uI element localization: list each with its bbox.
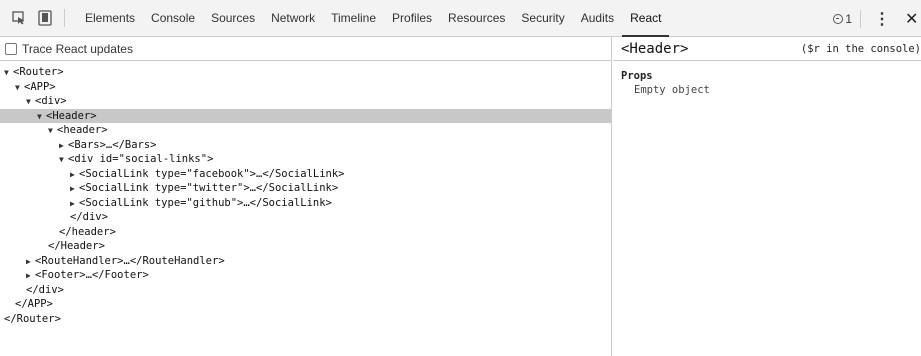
close-icon[interactable]: ✕: [905, 9, 919, 29]
error-count: 1: [845, 11, 852, 26]
tree-node[interactable]: ▶ <RouteHandler>…</RouteHandler>: [0, 254, 611, 269]
tree-node-label: <SocialLink type="facebook">…</SocialLin…: [79, 167, 345, 180]
tree-node[interactable]: </div>: [0, 283, 611, 298]
expand-arrow-icon[interactable]: ▶: [70, 168, 79, 183]
tab-react[interactable]: React: [622, 0, 670, 37]
panel-tabs: Elements Console Sources Network Timeline Pro…: [77, 0, 670, 37]
tab-timeline[interactable]: Timeline: [323, 0, 384, 37]
tab-security[interactable]: Security: [513, 0, 572, 37]
collapse-arrow-icon[interactable]: ▼: [4, 66, 13, 81]
tree-node[interactable]: ▼ <header>: [0, 123, 611, 138]
selected-component-name: <Header>: [621, 40, 689, 57]
collapse-arrow-icon[interactable]: ▼: [15, 81, 24, 96]
tree-node-label: <div>: [35, 95, 67, 107]
component-tree: ▼ <Router> ▼ <APP> ▼ <div> ▼ <Header> ▼ <header> ▶…: [0, 61, 611, 326]
tree-node[interactable]: ▶ <SocialLink type="github">…</SocialLink…: [0, 196, 611, 211]
expand-arrow-icon[interactable]: ▶: [26, 269, 35, 284]
tree-node-label: <div id="social-links">: [68, 153, 214, 165]
tab-profiles[interactable]: Profiles: [384, 0, 440, 37]
collapse-arrow-icon[interactable]: ▼: [26, 95, 35, 110]
tree-node-label: <Header>: [46, 109, 97, 122]
tree-node[interactable]: </Router>: [0, 312, 611, 327]
tree-node[interactable]: </Header>: [0, 239, 611, 254]
error-icon: [833, 13, 844, 24]
expand-arrow-icon[interactable]: ▶: [70, 197, 79, 212]
tree-node[interactable]: ▼ <div>: [0, 94, 611, 109]
expand-arrow-icon[interactable]: ▶: [59, 139, 68, 154]
inspect-icon[interactable]: [6, 0, 32, 37]
tree-node[interactable]: </header>: [0, 225, 611, 240]
tab-network[interactable]: Network: [263, 0, 323, 37]
tree-node[interactable]: ▶ <SocialLink type="facebook">…</SocialLi…: [0, 167, 611, 182]
tab-sources[interactable]: Sources: [203, 0, 263, 37]
tree-node-label: <APP>: [24, 80, 56, 93]
tree-node-label: </div>: [70, 211, 108, 223]
props-heading: Props: [621, 70, 653, 82]
device-mode-icon[interactable]: [32, 0, 58, 37]
collapse-arrow-icon[interactable]: ▼: [48, 124, 57, 139]
tree-node[interactable]: ▼ <div id="social-links">: [0, 152, 611, 167]
tree-node[interactable]: ▶ <Footer>…</Footer>: [0, 268, 611, 283]
error-counter[interactable]: 1: [833, 12, 852, 26]
component-tree-panel: Trace React updates ▼ <Router> ▼ <APP> ▼ <div…: [0, 37, 612, 356]
tree-node-label: <Bars>…</Bars>: [68, 138, 157, 151]
trace-updates-row[interactable]: Trace React updates: [0, 37, 611, 61]
trace-updates-checkbox[interactable]: [5, 42, 17, 55]
tree-node-label: </APP>: [15, 298, 53, 310]
console-hint: ($r in the console): [800, 42, 921, 55]
tree-node[interactable]: ▼ <APP>: [0, 80, 611, 95]
tab-resources[interactable]: Resources: [440, 0, 513, 37]
tree-node[interactable]: ▼ <Router>: [0, 65, 611, 80]
tree-node-label: <RouteHandler>…</RouteHandler>: [35, 254, 225, 267]
tree-node[interactable]: </APP>: [0, 297, 611, 312]
tree-node-label: </header>: [59, 225, 116, 238]
props-panel: <Header> ($r in the console) Props Empty…: [613, 37, 921, 356]
tree-node-label: <SocialLink type="twitter">…</SocialLink…: [79, 182, 339, 194]
tree-node-label: <header>: [57, 124, 108, 136]
tab-elements[interactable]: Elements: [77, 0, 143, 37]
tree-node-label: </Router>: [4, 312, 61, 325]
expand-arrow-icon[interactable]: ▶: [70, 182, 79, 197]
props-empty-text: Empty object: [634, 84, 710, 96]
selected-component-header: <Header> ($r in the console): [613, 37, 921, 61]
tree-node-label: <SocialLink type="github">…</SocialLink>: [79, 196, 332, 209]
collapse-arrow-icon[interactable]: ▼: [59, 153, 68, 168]
tree-node-label: </div>: [26, 283, 64, 296]
tree-node[interactable]: ▶ <Bars>…</Bars>: [0, 138, 611, 153]
tab-console[interactable]: Console: [143, 0, 203, 37]
trace-updates-label: Trace React updates: [22, 41, 133, 56]
expand-arrow-icon[interactable]: ▶: [26, 255, 35, 270]
tree-node[interactable]: ▶ <SocialLink type="twitter">…</SocialLin…: [0, 181, 611, 196]
toolbar-right: 1 ⋮ ✕: [833, 0, 921, 37]
toolbar-divider-right: [860, 9, 861, 28]
collapse-arrow-icon[interactable]: ▼: [37, 110, 46, 125]
tree-node-label: <Footer>…</Footer>: [35, 269, 149, 281]
tree-node-label: </Header>: [48, 240, 105, 252]
tree-node[interactable]: ▼ <Header>: [0, 108, 611, 125]
tab-audits[interactable]: Audits: [573, 0, 622, 37]
tree-node[interactable]: </div>: [0, 210, 611, 225]
more-icon[interactable]: ⋮: [873, 9, 891, 29]
toolbar-divider: [64, 9, 65, 27]
devtools-toolbar: Elements Console Sources Network Timeline Pro…: [0, 0, 921, 37]
tree-node-label: <Router>: [13, 66, 64, 78]
